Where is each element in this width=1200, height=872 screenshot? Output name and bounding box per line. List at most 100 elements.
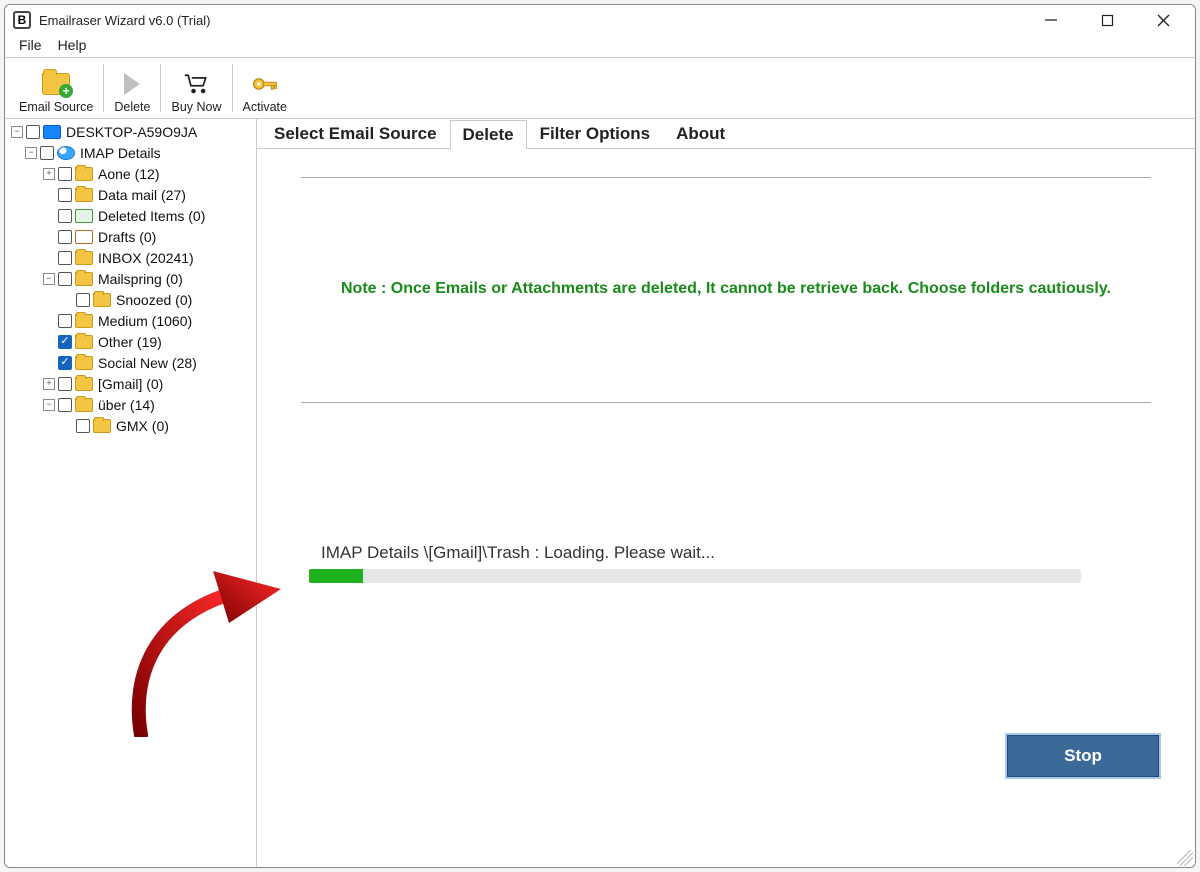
checkbox[interactable] xyxy=(58,335,72,349)
stop-button[interactable]: Stop xyxy=(1007,735,1159,777)
progress-bar xyxy=(309,569,1081,583)
tree-item[interactable]: Drafts (0) xyxy=(7,226,256,247)
folder-icon xyxy=(75,272,93,286)
menu-help[interactable]: Help xyxy=(58,37,87,53)
toolbar-delete[interactable]: Delete xyxy=(106,62,158,118)
toolbar-buy-now[interactable]: Buy Now xyxy=(163,62,229,118)
divider xyxy=(301,402,1151,403)
close-button[interactable] xyxy=(1147,8,1179,32)
close-icon xyxy=(1157,14,1170,27)
expand-spacer xyxy=(43,336,55,348)
app-icon: B xyxy=(13,11,31,29)
expand-spacer xyxy=(61,420,73,432)
expand-icon[interactable]: + xyxy=(43,168,55,180)
checkbox[interactable] xyxy=(58,167,72,181)
tree-item[interactable]: +Aone (12) xyxy=(7,163,256,184)
tree-item[interactable]: Social New (28) xyxy=(7,352,256,373)
menu-file[interactable]: File xyxy=(19,37,42,53)
collapse-icon[interactable]: − xyxy=(25,147,37,159)
progress-status-text: IMAP Details \[Gmail]\Trash : Loading. P… xyxy=(321,543,1195,563)
tree-item[interactable]: GMX (0) xyxy=(7,415,256,436)
checkbox[interactable] xyxy=(40,146,54,160)
computer-icon xyxy=(43,125,61,139)
collapse-icon[interactable]: − xyxy=(43,273,55,285)
tree-imap[interactable]: − IMAP Details xyxy=(7,142,256,163)
tab-delete[interactable]: Delete xyxy=(450,120,527,149)
tree-item[interactable]: Medium (1060) xyxy=(7,310,256,331)
separator xyxy=(103,64,104,112)
checkbox[interactable] xyxy=(58,188,72,202)
minimize-button[interactable] xyxy=(1035,8,1067,32)
separator xyxy=(160,64,161,112)
tree-item[interactable]: INBOX (20241) xyxy=(7,247,256,268)
tree-label: Medium (1060) xyxy=(97,313,192,329)
tree-label: Social New (28) xyxy=(97,355,197,371)
maximize-button[interactable] xyxy=(1091,8,1123,32)
tree-item[interactable]: Data mail (27) xyxy=(7,184,256,205)
collapse-icon[interactable]: − xyxy=(11,126,23,138)
tree-label: Data mail (27) xyxy=(97,187,186,203)
folder-icon xyxy=(75,167,93,181)
folder-tree[interactable]: − DESKTOP-A59O9JA − IMAP Details +Aone (… xyxy=(5,119,257,867)
tree-label: Drafts (0) xyxy=(97,229,156,245)
tab-bar: Select Email Source Delete Filter Option… xyxy=(257,119,1195,149)
tree-label: Mailspring (0) xyxy=(97,271,183,287)
checkbox[interactable] xyxy=(58,272,72,286)
folder-icon xyxy=(75,314,93,328)
tree-item[interactable]: − Mailspring (0) xyxy=(7,268,256,289)
resize-grip[interactable] xyxy=(1177,850,1193,866)
tree-label: GMX (0) xyxy=(115,418,169,434)
checkbox[interactable] xyxy=(26,125,40,139)
key-icon xyxy=(251,70,279,98)
checkbox[interactable] xyxy=(58,251,72,265)
folder-icon xyxy=(75,335,93,349)
checkbox[interactable] xyxy=(58,356,72,370)
collapse-icon[interactable]: − xyxy=(43,399,55,411)
tree-root[interactable]: − DESKTOP-A59O9JA xyxy=(7,121,256,142)
folder-icon xyxy=(75,398,93,412)
tree-label: über (14) xyxy=(97,397,155,413)
tree-item[interactable]: Other (19) xyxy=(7,331,256,352)
expand-spacer xyxy=(61,294,73,306)
tree-label: Snoozed (0) xyxy=(115,292,192,308)
tree-item[interactable]: Deleted Items (0) xyxy=(7,205,256,226)
tab-select-source[interactable]: Select Email Source xyxy=(261,119,450,148)
checkbox[interactable] xyxy=(58,230,72,244)
expand-spacer xyxy=(43,357,55,369)
toolbar-email-source[interactable]: Email Source xyxy=(11,62,101,118)
toolbar-label: Delete xyxy=(114,100,150,114)
expand-spacer xyxy=(43,231,55,243)
folder-icon xyxy=(75,251,93,265)
cart-icon xyxy=(183,70,211,98)
tree-label: Deleted Items (0) xyxy=(97,208,205,224)
tree-item[interactable]: + [Gmail] (0) xyxy=(7,373,256,394)
titlebar: B Emailraser Wizard v6.0 (Trial) xyxy=(5,5,1195,35)
checkbox[interactable] xyxy=(58,209,72,223)
tab-about[interactable]: About xyxy=(663,119,738,148)
tree-label: IMAP Details xyxy=(79,145,161,161)
checkbox[interactable] xyxy=(76,293,90,307)
tree-label: Other (19) xyxy=(97,334,162,350)
checkbox[interactable] xyxy=(58,398,72,412)
window-title: Emailraser Wizard v6.0 (Trial) xyxy=(39,13,210,28)
tree-item[interactable]: − über (14) xyxy=(7,394,256,415)
app-window: B Emailraser Wizard v6.0 (Trial) File He… xyxy=(4,4,1196,868)
checkbox[interactable] xyxy=(58,377,72,391)
progress-fill xyxy=(309,569,363,583)
toolbar: Email Source Delete Buy Now Activate xyxy=(5,57,1195,119)
tab-filter-options[interactable]: Filter Options xyxy=(527,119,664,148)
folder-icon xyxy=(75,188,93,202)
warning-note: Note : Once Emails or Attachments are de… xyxy=(257,280,1195,298)
toolbar-label: Activate xyxy=(243,100,287,114)
expand-spacer xyxy=(43,210,55,222)
tree-item[interactable]: Snoozed (0) xyxy=(7,289,256,310)
tree-label: [Gmail] (0) xyxy=(97,376,163,392)
checkbox[interactable] xyxy=(76,419,90,433)
play-icon xyxy=(124,73,140,95)
tree-label: INBOX (20241) xyxy=(97,250,194,266)
folder-add-icon xyxy=(42,73,70,95)
toolbar-activate[interactable]: Activate xyxy=(235,62,295,118)
expand-spacer xyxy=(43,189,55,201)
expand-icon[interactable]: + xyxy=(43,378,55,390)
checkbox[interactable] xyxy=(58,314,72,328)
